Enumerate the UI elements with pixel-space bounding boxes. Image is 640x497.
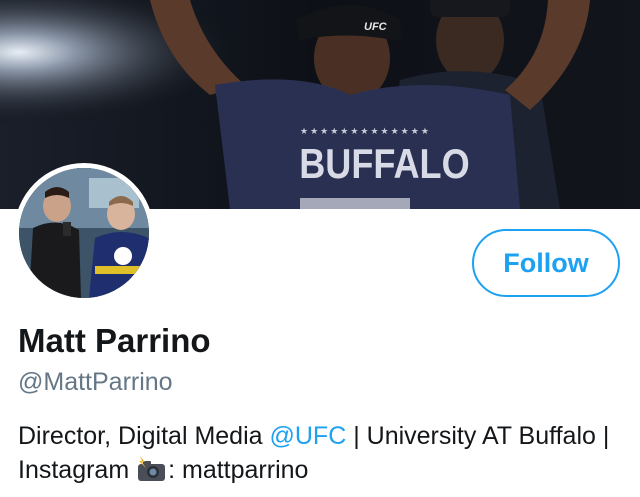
svg-text:★★★★★★★★★★★★★: ★★★★★★★★★★★★★	[300, 126, 431, 136]
bio-mention-link[interactable]: @UFC	[269, 422, 346, 450]
profile-page: UFC ★★★★★★★★★★★★★ BUFFALO Follow Matt Pa…	[0, 0, 640, 497]
cap-logo-text: UFC	[364, 21, 388, 33]
camera-with-flash-icon	[136, 455, 168, 483]
follow-button[interactable]: Follow	[472, 229, 620, 297]
follow-button-label: Follow	[503, 247, 589, 278]
profile-avatar[interactable]	[14, 163, 154, 303]
profile-display-name: Matt Parrino	[18, 322, 211, 359]
bio-text-part1: Director, Digital Media	[18, 422, 270, 450]
profile-handle: @MattParrino	[18, 368, 173, 396]
avatar-photo	[19, 168, 149, 298]
bio-text-part3: : mattparrino	[168, 456, 309, 484]
shirt-print-text: BUFFALO	[299, 142, 469, 188]
profile-bio: Director, Digital Media @UFC | Universit…	[18, 419, 628, 487]
